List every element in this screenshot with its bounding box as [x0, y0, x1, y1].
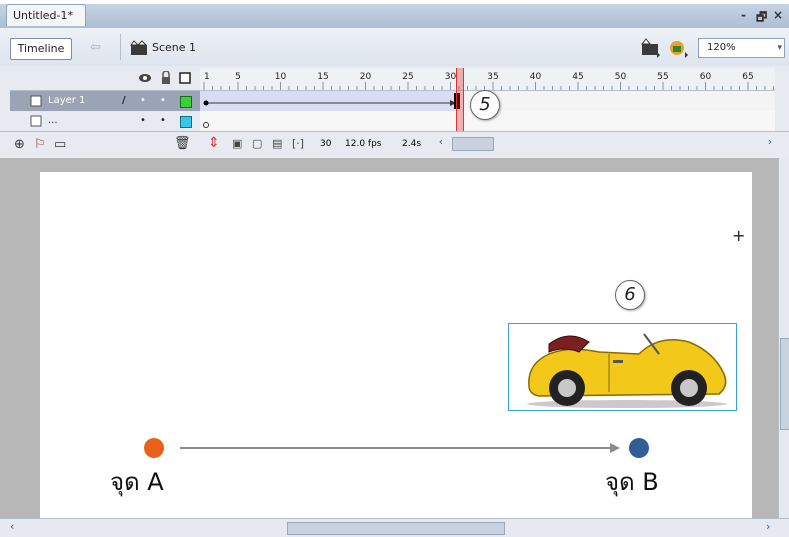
outline-color-box[interactable]	[180, 96, 192, 108]
edit-scene-icon[interactable]	[640, 38, 662, 58]
timeline-button[interactable]: Timeline	[10, 38, 72, 60]
layer-row-1[interactable]: Layer 1 / • •	[10, 91, 200, 111]
scroll-left-icon[interactable]: ‹	[434, 135, 448, 151]
horizontal-scrollbar[interactable]: ‹ ›	[0, 518, 789, 537]
minimize-button[interactable]: -	[741, 8, 746, 22]
elapsed-time: 2.4s	[402, 139, 422, 149]
pencil-icon: /	[122, 95, 126, 106]
scene-label[interactable]: Scene 1	[152, 41, 196, 54]
scroll-right-icon[interactable]: ›	[763, 135, 777, 151]
vertical-scroll-thumb[interactable]	[780, 338, 789, 430]
onion-outline-icon[interactable]: ▢	[252, 137, 262, 150]
ruler-label: 30	[445, 72, 457, 82]
ruler-label: 55	[657, 72, 668, 82]
current-frame: 30	[320, 139, 332, 149]
scroll-right-icon[interactable]: ›	[766, 520, 770, 533]
point-a-label: จุด A	[110, 468, 164, 496]
layer-icon	[30, 115, 42, 127]
ruler-label: 40	[530, 72, 542, 82]
layer-name[interactable]: ...	[48, 111, 58, 131]
eye-icon[interactable]	[138, 72, 152, 84]
horizontal-scroll-thumb[interactable]	[287, 522, 505, 535]
callout-6: 6	[615, 280, 645, 310]
timeline-scroll-thumb[interactable]	[452, 137, 494, 151]
add-motion-guide-icon[interactable]: ⚐	[34, 137, 46, 152]
point-a-dot	[144, 438, 164, 458]
lock-dot[interactable]: •	[160, 111, 166, 131]
document-tab-bar	[0, 4, 789, 29]
center-frame-icon[interactable]: ⇕	[208, 135, 220, 151]
callout-5: 5	[470, 90, 500, 120]
outline-icon[interactable]	[178, 71, 192, 85]
zoom-select[interactable]: 120% ▾	[698, 38, 785, 58]
crosshair-cursor: +	[732, 226, 746, 245]
modify-markers-icon[interactable]: [·]	[292, 137, 304, 150]
ruler-label: 5	[235, 72, 241, 82]
lock-dot[interactable]: •	[160, 91, 166, 111]
ruler-label: 10	[275, 72, 287, 82]
chevron-down-icon: ▾	[777, 43, 782, 53]
path-arrow	[180, 443, 620, 453]
insert-folder-icon[interactable]: ▭	[54, 137, 66, 152]
ruler-label: 65	[742, 72, 753, 82]
lock-icon[interactable]	[160, 71, 172, 85]
document-tab[interactable]: Untitled-1*	[6, 4, 86, 26]
point-b-dot	[629, 438, 649, 458]
zoom-value: 120%	[707, 42, 736, 53]
car-image	[527, 333, 727, 408]
onion-skin-icon[interactable]: ▣	[232, 137, 242, 150]
insert-layer-icon[interactable]: ⊕	[14, 137, 25, 152]
car-symbol[interactable]	[508, 323, 737, 411]
scene-icon	[130, 40, 148, 55]
layer-name[interactable]: Layer 1	[48, 91, 85, 111]
ruler-label: 20	[360, 72, 372, 82]
layer-row-2[interactable]: ... • •	[10, 111, 200, 131]
restore-button[interactable]: 🗗	[756, 8, 767, 29]
toolbar-divider	[120, 34, 121, 60]
ruler-label: 15	[317, 72, 328, 82]
visible-dot[interactable]: •	[140, 91, 146, 111]
scroll-left-icon[interactable]: ‹	[10, 520, 14, 533]
visible-dot[interactable]: •	[140, 111, 146, 131]
point-b-label: จุด B	[605, 468, 659, 496]
ruler-label: 25	[402, 72, 413, 82]
layer-icon	[30, 95, 42, 107]
vertical-scrollbar[interactable]	[778, 158, 789, 518]
back-arrow-icon[interactable]: ⇦	[90, 40, 110, 56]
layers-header	[10, 68, 200, 91]
edit-multiple-frames-icon[interactable]: ▤	[272, 137, 282, 150]
frame-ruler[interactable]: 1 5 10 15 20 25 30 35 40 45 50 55 60 65	[200, 68, 775, 91]
ruler-label: 50	[615, 72, 627, 82]
trash-icon[interactable]: 🗑	[174, 136, 191, 151]
playhead[interactable]	[456, 68, 464, 132]
edit-symbols-icon[interactable]	[668, 38, 690, 58]
close-button[interactable]: ×	[773, 8, 783, 22]
outline-color-box[interactable]	[180, 116, 192, 128]
ruler-label: 1	[204, 72, 210, 82]
ruler-label: 60	[700, 72, 712, 82]
frame-rate: 12.0 fps	[345, 139, 382, 149]
ruler-label: 35	[487, 72, 498, 82]
ruler-label: 45	[572, 72, 583, 82]
timeline-status-bar: ⊕ ⚐ ▭ 🗑 ⇕ ▣ ▢ ▤ [·] 30 12.0 fps 2.4s ‹ ›	[0, 131, 789, 158]
